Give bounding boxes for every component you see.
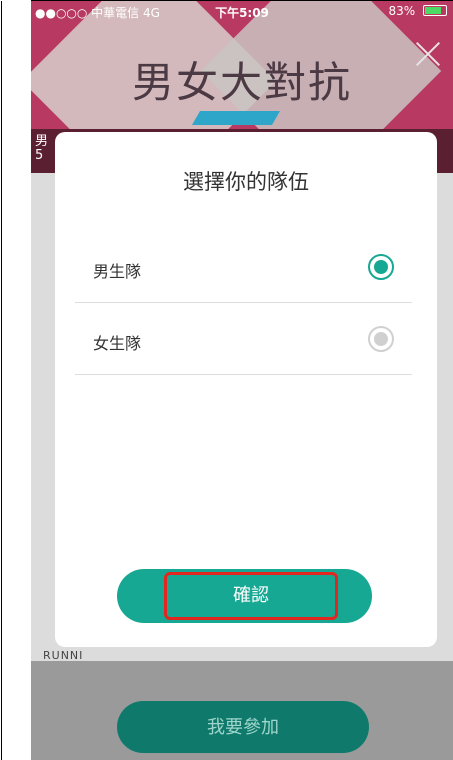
radio-checked-icon[interactable] bbox=[368, 254, 394, 280]
left-border-line bbox=[1, 1, 2, 760]
info-band-text: 男 5 bbox=[35, 134, 49, 163]
banner-title: 男女大對抗 bbox=[131, 58, 352, 107]
team-option-female[interactable]: 女生隊 bbox=[75, 304, 412, 375]
team-option-male[interactable]: 男生隊 bbox=[75, 232, 412, 303]
battery-indicator: 83% bbox=[388, 4, 447, 18]
team-option-label: 男生隊 bbox=[93, 262, 142, 281]
banner-shoe-graphic bbox=[191, 111, 281, 125]
phone-screen: 男女大對抗 ●●○○○ 中華電信 4G 下午5:09 83% 男 5 RUNNI… bbox=[31, 1, 453, 760]
battery-percent: 83% bbox=[388, 4, 416, 18]
team-select-dialog: 選擇你的隊伍 男生隊 女生隊 確認 bbox=[55, 132, 437, 647]
confirm-button-label[interactable]: 確認 bbox=[164, 572, 338, 620]
team-option-label: 女生隊 bbox=[93, 334, 142, 353]
background-peek-text: RUNNI bbox=[43, 649, 84, 662]
left-margin-column bbox=[0, 0, 32, 760]
battery-icon bbox=[423, 5, 447, 16]
radio-unchecked-icon[interactable] bbox=[368, 326, 394, 352]
confirm-button[interactable]: 確認 bbox=[117, 569, 372, 623]
join-button[interactable]: 我要參加 bbox=[117, 701, 369, 753]
status-bar: ●●○○○ 中華電信 4G 下午5:09 83% bbox=[31, 1, 453, 23]
close-icon[interactable] bbox=[415, 41, 441, 67]
dialog-title: 選擇你的隊伍 bbox=[183, 170, 309, 194]
